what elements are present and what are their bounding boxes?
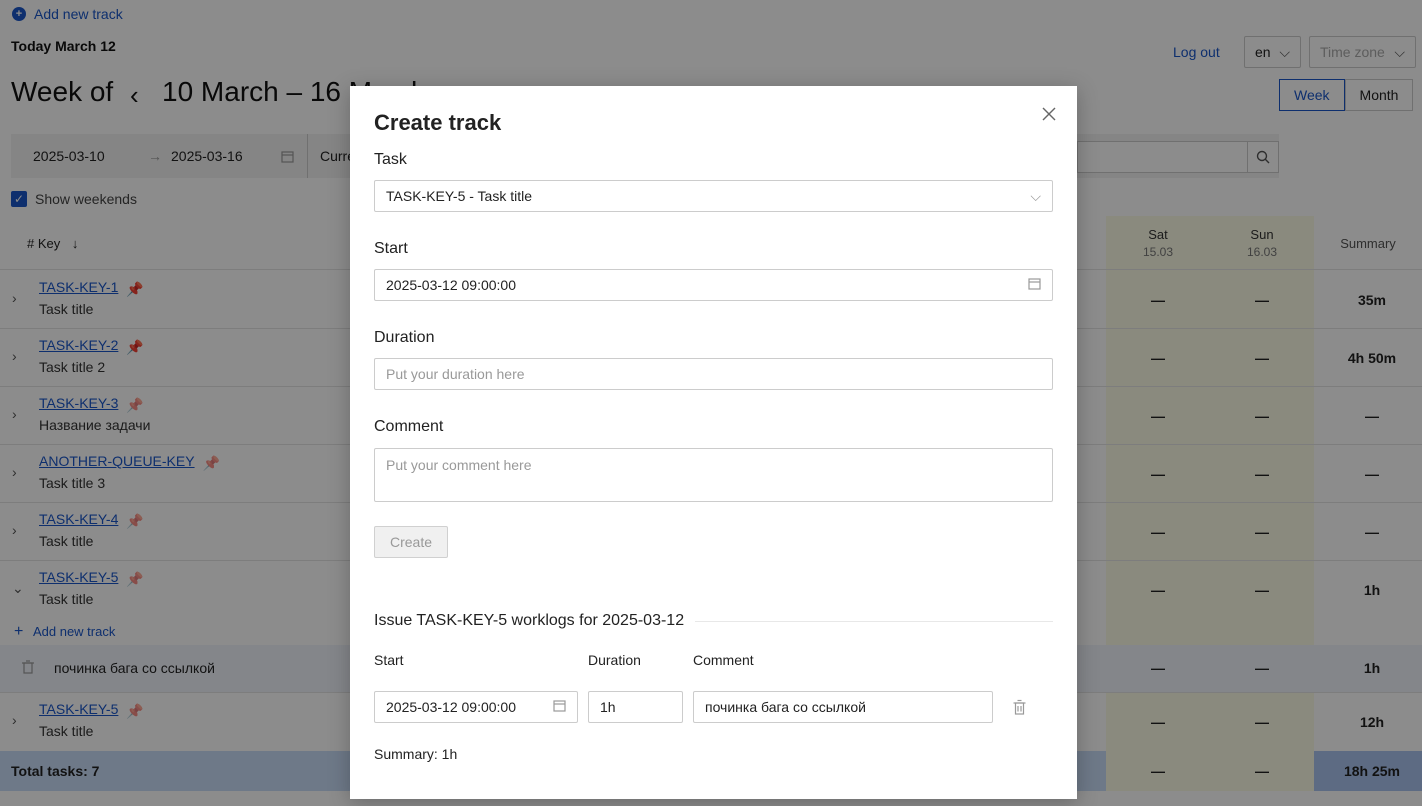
comment-placeholder: Put your comment here bbox=[386, 457, 532, 473]
start-datetime-input[interactable]: 2025-03-12 09:00:00 bbox=[374, 269, 1053, 301]
wl-duration-input[interactable]: 1h bbox=[588, 691, 683, 723]
wl-comment-value: починка бага со ссылкой bbox=[705, 699, 866, 715]
comment-textarea[interactable]: Put your comment here bbox=[374, 448, 1053, 502]
task-select-value: TASK-KEY-5 - Task title bbox=[386, 188, 533, 204]
duration-placeholder: Put your duration here bbox=[386, 366, 525, 382]
wl-start-input[interactable]: 2025-03-12 09:00:00 bbox=[374, 691, 578, 723]
wl-start-value: 2025-03-12 09:00:00 bbox=[386, 699, 516, 715]
worklog-summary: Summary: 1h bbox=[374, 746, 458, 762]
wl-duration-header: Duration bbox=[588, 652, 641, 668]
create-track-modal: Create track Task TASK-KEY-5 - Task titl… bbox=[350, 86, 1077, 799]
calendar-icon bbox=[553, 699, 566, 715]
duration-label: Duration bbox=[374, 329, 435, 346]
comment-label: Comment bbox=[374, 418, 444, 435]
calendar-icon bbox=[1028, 277, 1041, 293]
create-button[interactable]: Create bbox=[374, 526, 448, 558]
chevron-down-icon: ⌵ bbox=[1030, 187, 1041, 204]
close-icon[interactable] bbox=[1040, 105, 1058, 123]
start-value: 2025-03-12 09:00:00 bbox=[386, 277, 516, 293]
wl-comment-header: Comment bbox=[693, 652, 754, 668]
task-label: Task bbox=[374, 151, 407, 168]
duration-input[interactable]: Put your duration here bbox=[374, 358, 1053, 390]
task-select[interactable]: TASK-KEY-5 - Task title ⌵ bbox=[374, 180, 1053, 212]
worklogs-title: Issue TASK-KEY-5 worklogs for 2025-03-12 bbox=[374, 612, 685, 629]
wl-start-header: Start bbox=[374, 652, 404, 668]
wl-comment-input[interactable]: починка бага со ссылкой bbox=[693, 691, 993, 723]
wl-duration-value: 1h bbox=[600, 699, 616, 715]
divider bbox=[695, 621, 1053, 622]
start-label: Start bbox=[374, 240, 408, 257]
delete-worklog-icon[interactable] bbox=[1013, 699, 1026, 718]
modal-title: Create track bbox=[374, 110, 502, 135]
